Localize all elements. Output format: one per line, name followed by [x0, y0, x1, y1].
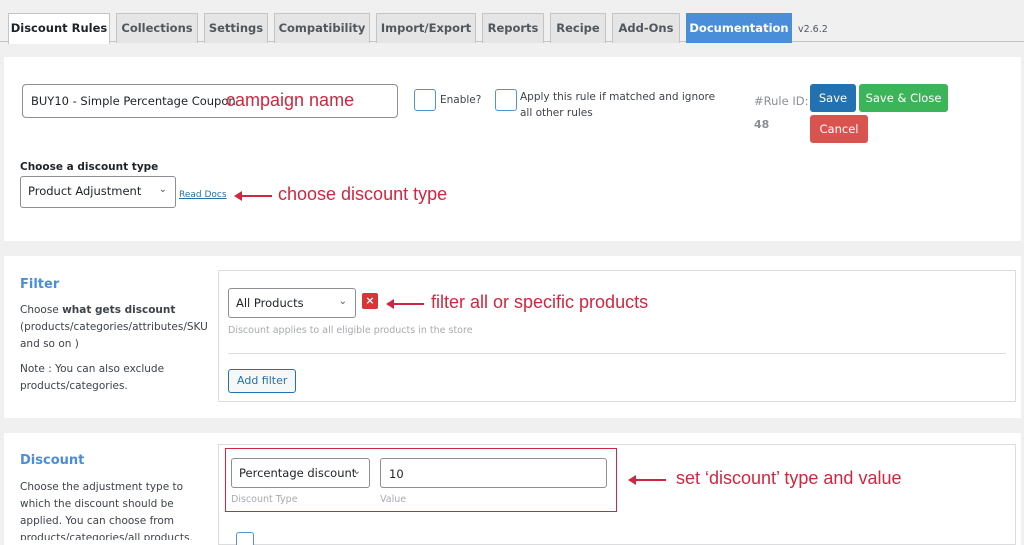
- tab-settings[interactable]: Settings: [204, 13, 268, 43]
- tab-add-ons[interactable]: Add-Ons: [612, 13, 680, 43]
- rule-id-label: #Rule ID:: [754, 94, 809, 108]
- tab-discount-rules[interactable]: Discount Rules: [8, 13, 110, 44]
- tab-collections[interactable]: Collections: [116, 13, 198, 43]
- rule-id-value: 48: [754, 118, 770, 131]
- filter-note: Note : You can also exclude products/cat…: [20, 363, 165, 392]
- tab-bar: Discount Rules Collections Settings Comp…: [0, 0, 1024, 44]
- discount-type-select[interactable]: Product Adjustment ⌄: [20, 176, 176, 208]
- apply-exclusive-label: Apply this rule if matched and ignore al…: [520, 91, 716, 119]
- version-label: v2.6.2: [798, 24, 828, 35]
- tab-documentation[interactable]: Documentation: [686, 13, 792, 43]
- save-close-button[interactable]: Save & Close: [859, 84, 948, 112]
- campaign-name-value: BUY10 - Simple Percentage Coupon: [31, 94, 236, 108]
- discount-type-dropdown[interactable]: Percentage discount ⌄: [231, 458, 370, 488]
- filter-type-select[interactable]: All Products ⌄: [228, 288, 356, 318]
- enable-label: Enable?: [440, 94, 482, 106]
- cancel-button[interactable]: Cancel: [810, 115, 868, 143]
- discount-type-annotation: choose discount type: [278, 184, 448, 204]
- discount-description: Choose the adjustment type to which the …: [20, 481, 193, 540]
- apply-exclusive-checkbox[interactable]: [495, 89, 517, 111]
- tab-reports[interactable]: Reports: [482, 13, 544, 43]
- discount-option-checkbox[interactable]: [236, 532, 254, 545]
- filter-hint: Discount applies to all eligible product…: [228, 325, 473, 336]
- read-docs-link[interactable]: Read Docs: [179, 190, 227, 200]
- filter-title: Filter: [20, 277, 60, 292]
- enable-checkbox[interactable]: [414, 89, 436, 111]
- filter-description: Choose what gets discount (products/categ…: [20, 304, 208, 350]
- arrow-left-icon: [386, 299, 424, 309]
- tab-import-export[interactable]: Import/Export: [376, 13, 476, 43]
- arrow-left-icon: [234, 191, 272, 201]
- chevron-down-icon: ⌄: [158, 184, 167, 195]
- discount-type-dropdown-value: Percentage discount: [239, 466, 357, 480]
- discount-value-label: Value: [380, 494, 407, 505]
- add-filter-button[interactable]: Add filter: [228, 369, 297, 393]
- filter-type-value: All Products: [236, 296, 304, 310]
- discount-value: 10: [389, 467, 404, 481]
- remove-filter-icon[interactable]: ×: [362, 293, 378, 309]
- discount-title: Discount: [20, 453, 85, 468]
- tab-compatibility[interactable]: Compatibility: [274, 13, 370, 43]
- filter-annotation: filter all or specific products: [431, 292, 649, 312]
- chevron-down-icon: ⌄: [352, 466, 361, 477]
- discount-type-label: Discount Type: [231, 494, 298, 505]
- campaign-annotation: campaign name: [226, 90, 355, 110]
- filter-divider: [228, 353, 1006, 354]
- tab-recipe[interactable]: Recipe: [550, 13, 606, 43]
- discount-type-value: Product Adjustment: [28, 184, 142, 198]
- save-button[interactable]: Save: [810, 84, 856, 112]
- discount-annotation: set ‘discount’ type and value: [676, 468, 902, 488]
- discount-type-heading: Choose a discount type: [20, 161, 159, 173]
- arrow-left-icon: [628, 475, 666, 485]
- chevron-down-icon: ⌄: [338, 296, 347, 307]
- discount-value-input[interactable]: 10: [380, 458, 607, 488]
